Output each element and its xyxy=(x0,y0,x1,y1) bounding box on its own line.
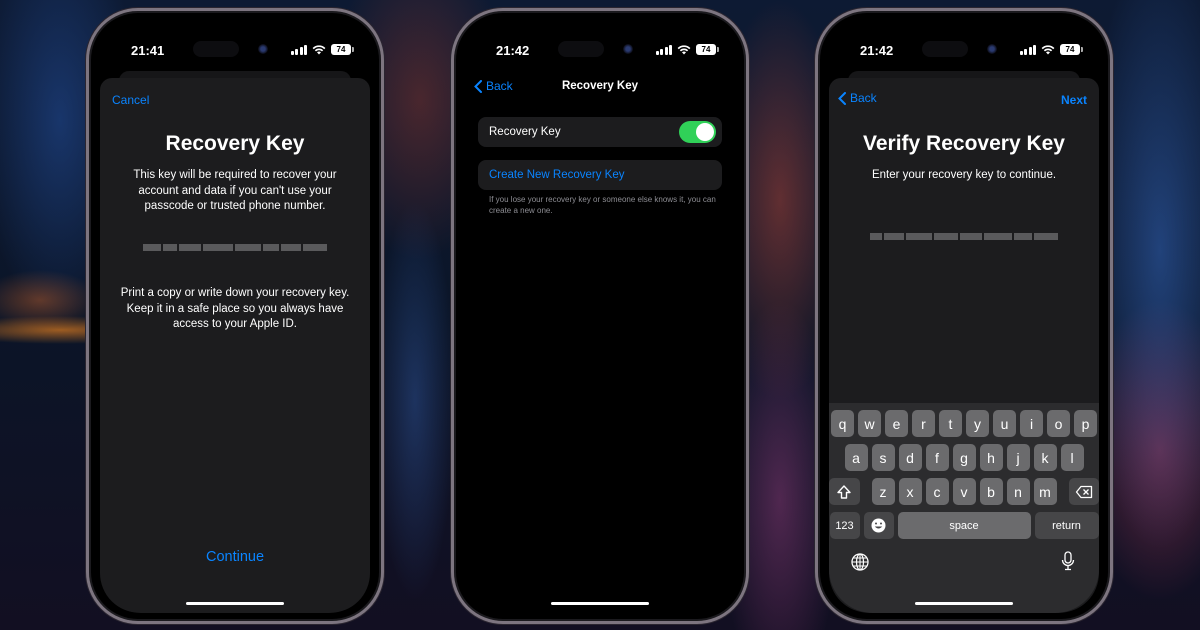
screen: 21:42 74 Back Next Verify Recovery Key E… xyxy=(826,19,1102,613)
backspace-icon xyxy=(1075,485,1092,498)
key-b[interactable]: b xyxy=(979,478,1003,505)
key-t[interactable]: t xyxy=(939,410,962,437)
home-indicator[interactable] xyxy=(186,602,284,605)
key-p[interactable]: p xyxy=(1074,410,1097,437)
key-e[interactable]: e xyxy=(885,410,908,437)
key-i[interactable]: i xyxy=(1020,410,1043,437)
back-label: Back xyxy=(850,91,877,105)
modal-sheet: Back Next Verify Recovery Key Enter your… xyxy=(829,78,1099,613)
key-m[interactable]: m xyxy=(1033,478,1057,505)
keyboard: qwertyuiop asdfghjkl zxcvbnm 123 space r… xyxy=(829,403,1099,613)
screen: 21:41 74 Cancel Recovery Key This key wi… xyxy=(97,19,373,613)
create-new-recovery-key-button[interactable]: Create New Recovery Key xyxy=(478,160,722,190)
key-x[interactable]: x xyxy=(898,478,922,505)
phone-verify-recovery-key: 21:42 74 Back Next Verify Recovery Key E… xyxy=(815,8,1113,624)
wifi-icon xyxy=(677,44,691,54)
key-c[interactable]: c xyxy=(925,478,949,505)
key-v[interactable]: v xyxy=(952,478,976,505)
continue-button[interactable]: Continue xyxy=(100,549,370,565)
key-d[interactable]: d xyxy=(898,444,922,471)
shift-key[interactable] xyxy=(829,478,860,505)
footnote-text: If you lose your recovery key or someone… xyxy=(489,195,716,215)
battery-icon: 74 xyxy=(696,44,719,55)
chevron-left-icon xyxy=(838,91,846,105)
dynamic-island xyxy=(558,41,604,57)
cellular-signal-icon xyxy=(655,44,672,55)
battery-icon: 74 xyxy=(331,44,354,55)
microphone-icon[interactable] xyxy=(1061,551,1075,571)
key-g[interactable]: g xyxy=(952,444,976,471)
key-q[interactable]: q xyxy=(831,410,854,437)
key-z[interactable]: z xyxy=(871,478,895,505)
dynamic-island xyxy=(922,41,968,57)
emoji-key[interactable] xyxy=(863,512,894,539)
camera-icon xyxy=(987,44,997,54)
camera-icon xyxy=(258,44,268,54)
key-y[interactable]: y xyxy=(966,410,989,437)
key-r[interactable]: r xyxy=(912,410,935,437)
key-l[interactable]: l xyxy=(1060,444,1084,471)
battery-icon: 74 xyxy=(1060,44,1083,55)
key-k[interactable]: k xyxy=(1033,444,1057,471)
status-bar: 21:41 74 xyxy=(97,19,373,71)
key-j[interactable]: j xyxy=(1006,444,1030,471)
recovery-key-toggle[interactable] xyxy=(679,121,716,143)
toggle-label: Recovery Key xyxy=(489,126,561,138)
status-bar: 21:42 74 xyxy=(826,19,1102,71)
recovery-key-value xyxy=(100,244,370,251)
recovery-key-toggle-row: Recovery Key xyxy=(478,117,722,147)
keyboard-row-1: qwertyuiop xyxy=(829,410,1099,437)
recovery-key-input[interactable] xyxy=(829,233,1099,240)
key-s[interactable]: s xyxy=(871,444,895,471)
numbers-key[interactable]: 123 xyxy=(829,512,860,539)
modal-sheet: Cancel Recovery Key This key will be req… xyxy=(100,78,370,613)
key-h[interactable]: h xyxy=(979,444,1003,471)
page-title: Verify Recovery Key xyxy=(863,132,1065,155)
key-n[interactable]: n xyxy=(1006,478,1030,505)
status-time: 21:42 xyxy=(496,43,530,58)
next-button[interactable]: Next xyxy=(1061,93,1087,107)
wifi-icon xyxy=(1041,44,1055,54)
create-key-label: Create New Recovery Key xyxy=(489,169,625,181)
dynamic-island xyxy=(193,41,239,57)
keyboard-row-3: zxcvbnm xyxy=(829,478,1099,505)
return-key[interactable]: return xyxy=(1034,512,1099,539)
status-time: 21:42 xyxy=(860,43,894,58)
emoji-icon xyxy=(871,518,886,533)
back-button[interactable]: Back xyxy=(838,91,877,105)
wifi-icon xyxy=(312,44,326,54)
globe-icon[interactable] xyxy=(851,553,869,571)
home-indicator[interactable] xyxy=(915,602,1013,605)
intro-text: This key will be required to recover you… xyxy=(133,169,337,212)
key-w[interactable]: w xyxy=(858,410,881,437)
key-o[interactable]: o xyxy=(1047,410,1070,437)
screen: 21:42 74 Back Recovery Key Recovery Key … xyxy=(462,19,738,613)
key-u[interactable]: u xyxy=(993,410,1016,437)
key-a[interactable]: a xyxy=(844,444,868,471)
shift-icon xyxy=(837,484,851,499)
space-key[interactable]: space xyxy=(897,512,1031,539)
key-f[interactable]: f xyxy=(925,444,949,471)
nav-title: Recovery Key xyxy=(561,80,639,92)
camera-icon xyxy=(623,44,633,54)
status-bar: 21:42 74 xyxy=(462,19,738,71)
keyboard-row-2: asdfghjkl xyxy=(829,444,1099,471)
phone-recovery-key-display: 21:41 74 Cancel Recovery Key This key wi… xyxy=(86,8,384,624)
cellular-signal-icon xyxy=(1019,44,1036,55)
cancel-button[interactable]: Cancel xyxy=(112,93,149,107)
status-time: 21:41 xyxy=(131,43,165,58)
delete-key[interactable] xyxy=(1068,478,1099,505)
phone-recovery-key-settings: 21:42 74 Back Recovery Key Recovery Key … xyxy=(451,8,749,624)
home-indicator[interactable] xyxy=(551,602,649,605)
page-title: Recovery Key xyxy=(165,132,305,155)
subtitle-text: Enter your recovery key to continue. xyxy=(871,169,1057,181)
instructions-text: Print a copy or write down your recovery… xyxy=(120,287,350,330)
cellular-signal-icon xyxy=(290,44,307,55)
